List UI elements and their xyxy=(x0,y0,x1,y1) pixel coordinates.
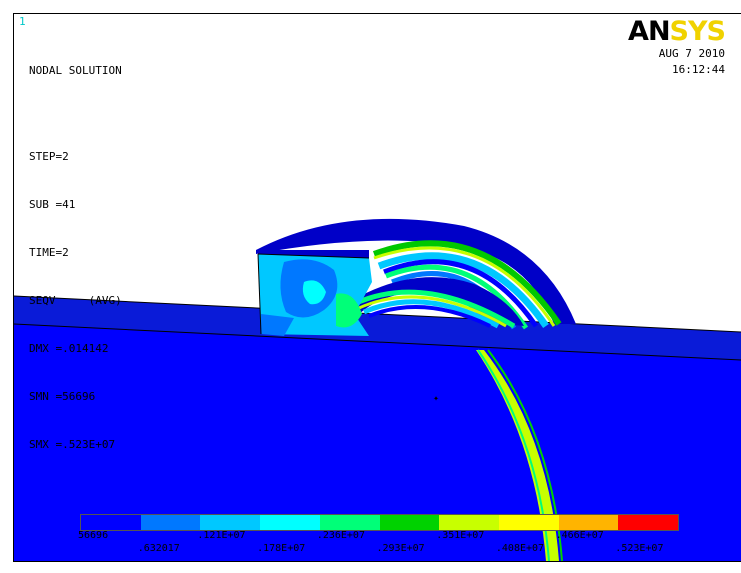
legend-swatch xyxy=(81,515,141,530)
info-time: TIME=2 xyxy=(29,246,69,259)
legend-swatch xyxy=(319,515,380,530)
info-step: STEP=2 xyxy=(29,150,69,163)
model-view[interactable] xyxy=(14,14,741,561)
contour-legend xyxy=(80,514,679,531)
info-substep: SUB =41 xyxy=(29,198,76,211)
legend-swatch xyxy=(379,515,440,530)
legend-swatch xyxy=(439,515,499,530)
legend-swatch xyxy=(140,515,201,530)
legend-label: .293E+07 xyxy=(376,543,425,554)
legend-swatch xyxy=(618,515,679,530)
origin-marker-icon: ✦ xyxy=(433,393,440,404)
legend-swatch xyxy=(498,515,559,530)
legend-label: .523E+07 xyxy=(615,543,664,554)
info-result-item: SEQV (AVG) xyxy=(29,294,122,307)
info-smn: SMN =56696 xyxy=(29,390,96,403)
legend-label: .236E+07 xyxy=(316,530,365,541)
graphics-window[interactable]: 1 NODAL SOLUTION STEP=2 SUB =41 TIME=2 S… xyxy=(13,13,741,562)
legend-label: .408E+07 xyxy=(495,543,545,554)
legend-swatch xyxy=(260,515,320,530)
legend-label: .466E+07 xyxy=(555,530,604,541)
info-dmx: DMX =.014142 xyxy=(29,342,109,355)
ansys-logo: ANSYS xyxy=(628,16,726,47)
window-number: 1 xyxy=(19,15,26,28)
legend-label: .121E+07 xyxy=(197,530,246,541)
legend-label: .351E+07 xyxy=(436,530,485,541)
legend-label: .632017 xyxy=(137,543,180,554)
legend-label: 56696 xyxy=(78,530,109,541)
solution-title: NODAL SOLUTION xyxy=(29,64,122,77)
date-text: AUG 7 2010 xyxy=(658,47,725,60)
legend-label: .178E+07 xyxy=(257,543,306,554)
info-smx: SMX =.523E+07 xyxy=(29,438,116,451)
time-text: 16:12:44 xyxy=(672,63,725,76)
timestamp: AUG 7 2010 16:12:44 xyxy=(659,46,725,78)
legend-swatch xyxy=(200,515,261,530)
legend-swatch xyxy=(558,515,619,530)
solution-info: NODAL SOLUTION STEP=2 SUB =41 TIME=2 SEQ… xyxy=(29,31,122,485)
